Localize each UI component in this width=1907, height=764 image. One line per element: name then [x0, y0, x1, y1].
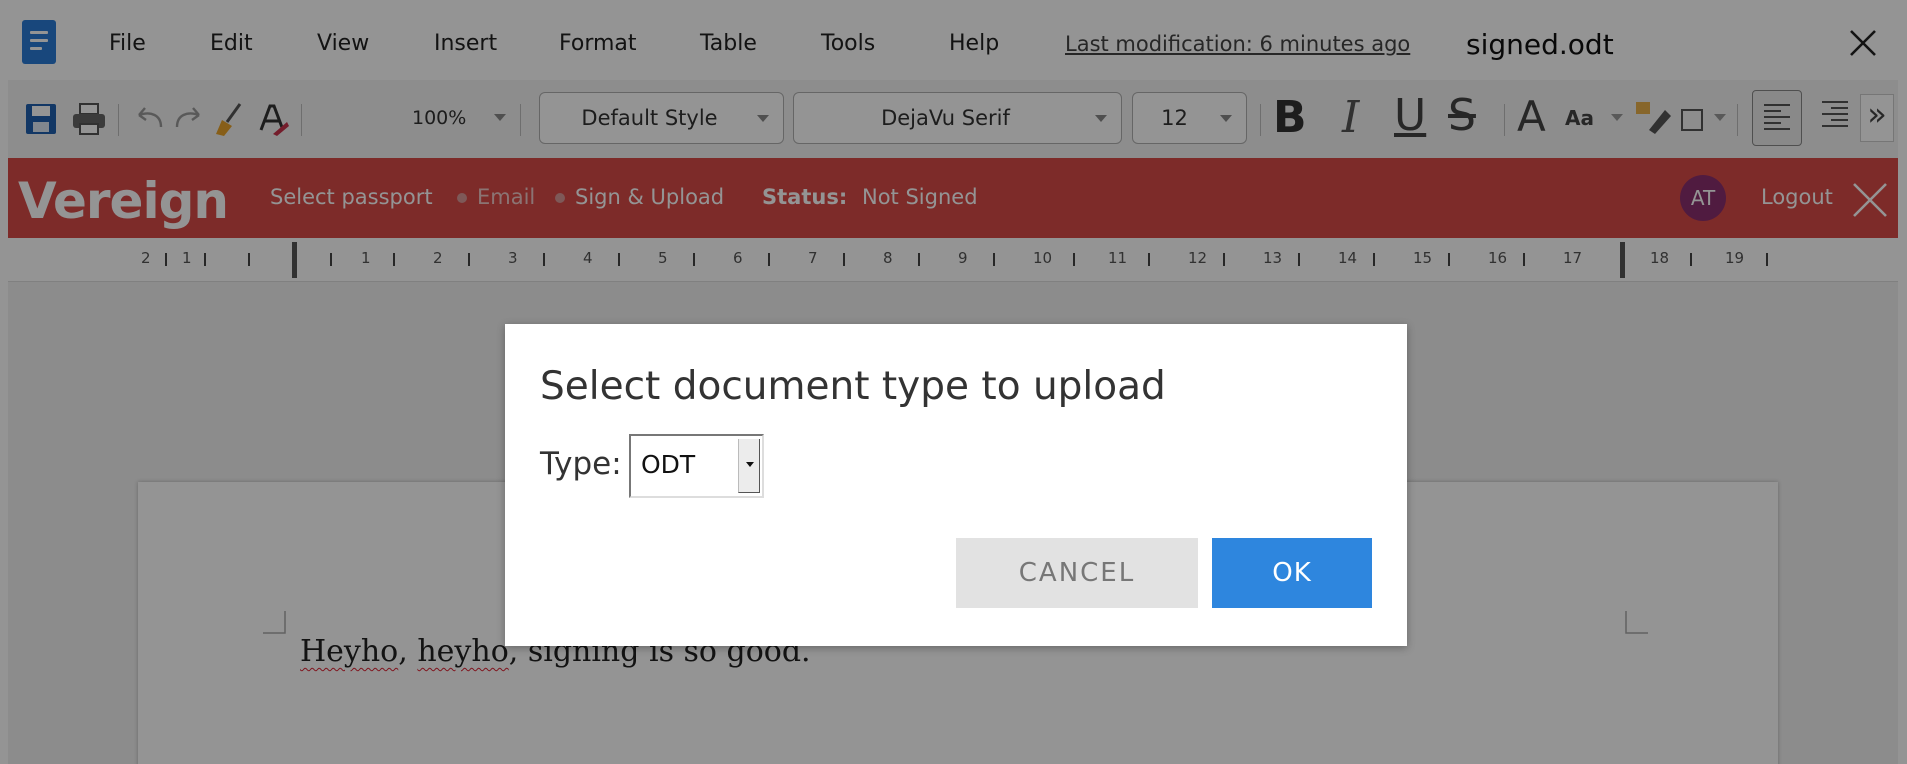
document-type-value: ODT [641, 450, 696, 479]
ok-button[interactable]: OK [1212, 538, 1372, 608]
dialog-title: Select document type to upload [540, 364, 1166, 409]
upload-type-dialog: Select document type to upload Type: ODT… [505, 324, 1407, 646]
chevron-down-icon[interactable] [738, 439, 760, 493]
document-type-select[interactable]: ODT [629, 434, 764, 498]
type-label: Type: [540, 446, 622, 482]
cancel-button[interactable]: CANCEL [956, 538, 1198, 608]
